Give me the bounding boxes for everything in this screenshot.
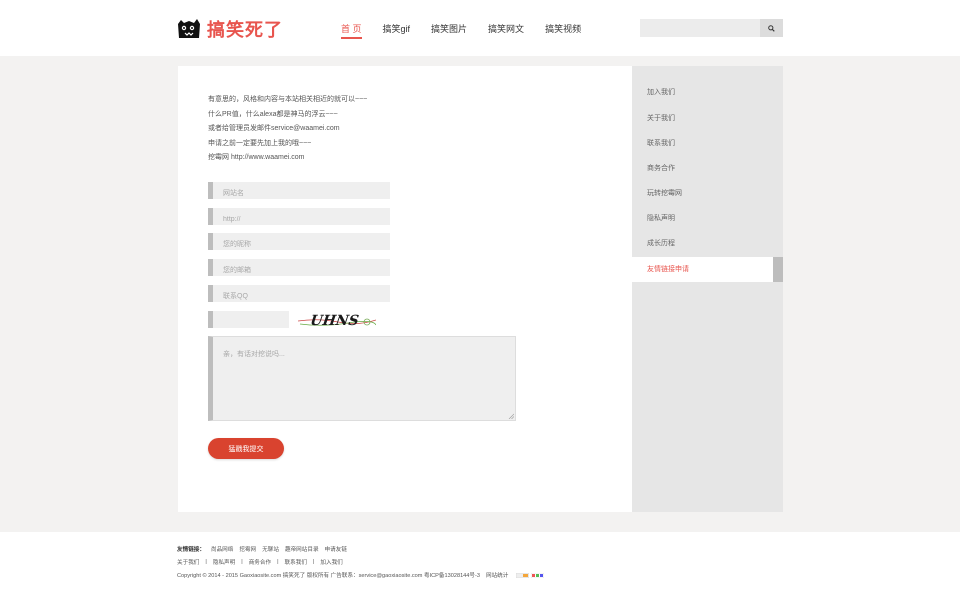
- site-name-field: [208, 182, 390, 202]
- logo-text: 搞笑死了: [207, 20, 283, 41]
- friend-links-row: 友情链接： 尚品网络 挖霉网 无聊站 趣帝网站目录 申请友链: [177, 545, 353, 553]
- url-input[interactable]: [213, 211, 390, 228]
- intro-line: 挖霉网 http://www.waamei.com: [208, 154, 305, 161]
- email-field: [208, 259, 390, 279]
- sidebar-item-business[interactable]: 商务合作: [632, 156, 783, 181]
- captcha-input[interactable]: [213, 311, 289, 328]
- cnzz-badge-icon[interactable]: [516, 572, 530, 578]
- sidebar-item-contact-us[interactable]: 联系我们: [632, 131, 783, 156]
- nav-pictures[interactable]: 搞笑图片: [431, 24, 467, 38]
- message-textarea[interactable]: [213, 337, 515, 420]
- footer-link[interactable]: 商务合作: [249, 558, 271, 566]
- nickname-input[interactable]: [213, 236, 390, 253]
- friend-link[interactable]: 申请友链: [325, 545, 347, 553]
- stats-link[interactable]: 网站统计: [486, 571, 508, 579]
- friend-link[interactable]: 挖霉网: [239, 545, 256, 553]
- message-field: [208, 336, 516, 421]
- sidebar-item-join-us[interactable]: 加入我们: [632, 80, 783, 105]
- search-button[interactable]: [760, 19, 783, 37]
- nav-gif[interactable]: 搞笑gif: [383, 24, 411, 38]
- sidebar-item-guide[interactable]: 玩转挖霉网: [632, 181, 783, 206]
- intro-text: 有意思的，风格和内容与本站相关相近的就可以~~~ 什么PR值，什么alexa都是…: [208, 93, 367, 166]
- friend-link[interactable]: 趣帝网站目录: [285, 545, 319, 553]
- sidebar-nav: 加入我们 关于我们 联系我们 商务合作 玩转挖霉网 隐私声明 成长历程 友情链接…: [632, 66, 783, 512]
- monster-logo-icon: [178, 19, 200, 38]
- copyright-row: Copyright © 2014 - 2015 Gaoxiaosite.com …: [177, 571, 545, 579]
- intro-line: 或者给管理员发邮件service@waamei.com: [208, 125, 340, 132]
- nav-articles[interactable]: 搞笑网文: [488, 24, 524, 38]
- resize-grip-icon[interactable]: [508, 413, 514, 419]
- stats-badge-icon[interactable]: [531, 572, 545, 578]
- nickname-field: [208, 233, 390, 253]
- main-content: 有意思的，风格和内容与本站相关相近的就可以~~~ 什么PR值，什么alexa都是…: [178, 66, 632, 512]
- url-field: [208, 208, 390, 228]
- copyright-text: Copyright © 2014 - 2015 Gaoxiaosite.com …: [177, 573, 480, 579]
- friend-links-label: 友情链接：: [177, 547, 205, 553]
- friend-link[interactable]: 尚品网络: [211, 545, 233, 553]
- footer-link[interactable]: 加入我们: [320, 558, 342, 566]
- footer-link[interactable]: 关于我们: [177, 558, 199, 566]
- submit-button[interactable]: 猛戳我提交: [208, 438, 284, 459]
- site-logo[interactable]: 搞笑死了: [177, 17, 283, 41]
- sidebar-item-history[interactable]: 成长历程: [632, 231, 783, 256]
- main-nav: 首 页 搞笑gif 搞笑图片 搞笑网文 搞笑视频: [341, 24, 602, 39]
- email-input[interactable]: [213, 262, 390, 279]
- qq-field: [208, 285, 390, 305]
- sidebar-item-privacy[interactable]: 隐私声明: [632, 206, 783, 231]
- captcha-field: [208, 311, 289, 328]
- friend-link[interactable]: 无聊站: [262, 545, 279, 553]
- qq-input[interactable]: [213, 288, 390, 305]
- intro-line: 申请之前一定要先加上我的哦~~~: [208, 139, 312, 147]
- footer-link[interactable]: 联系我们: [285, 558, 307, 566]
- search-box: [640, 19, 783, 37]
- nav-videos[interactable]: 搞笑视频: [545, 24, 581, 38]
- site-footer: 友情链接： 尚品网络 挖霉网 无聊站 趣帝网站目录 申请友链 关于我们 | 隐私声…: [0, 532, 960, 592]
- sidebar-item-friend-links[interactable]: 友情链接申请: [632, 257, 773, 282]
- nav-home[interactable]: 首 页: [341, 24, 362, 39]
- captcha-image[interactable]: UHNS: [298, 310, 376, 330]
- captcha-text: UHNS: [309, 313, 360, 329]
- active-marker: [773, 257, 783, 282]
- intro-line: 有意思的，风格和内容与本站相关相近的就可以~~~: [208, 96, 368, 103]
- search-icon: [768, 24, 775, 32]
- footer-link[interactable]: 隐私声明: [213, 558, 235, 566]
- site-name-input[interactable]: [213, 185, 390, 202]
- search-input[interactable]: [640, 19, 760, 37]
- intro-line: 什么PR值，什么alexa都是神马的浮云~~~: [208, 110, 338, 118]
- footer-links-row: 关于我们 | 隐私声明 | 商务合作 | 联系我们 | 加入我们: [177, 558, 343, 566]
- sidebar-item-about-us[interactable]: 关于我们: [632, 106, 783, 131]
- site-header: 搞笑死了 首 页 搞笑gif 搞笑图片 搞笑网文 搞笑视频: [0, 0, 960, 56]
